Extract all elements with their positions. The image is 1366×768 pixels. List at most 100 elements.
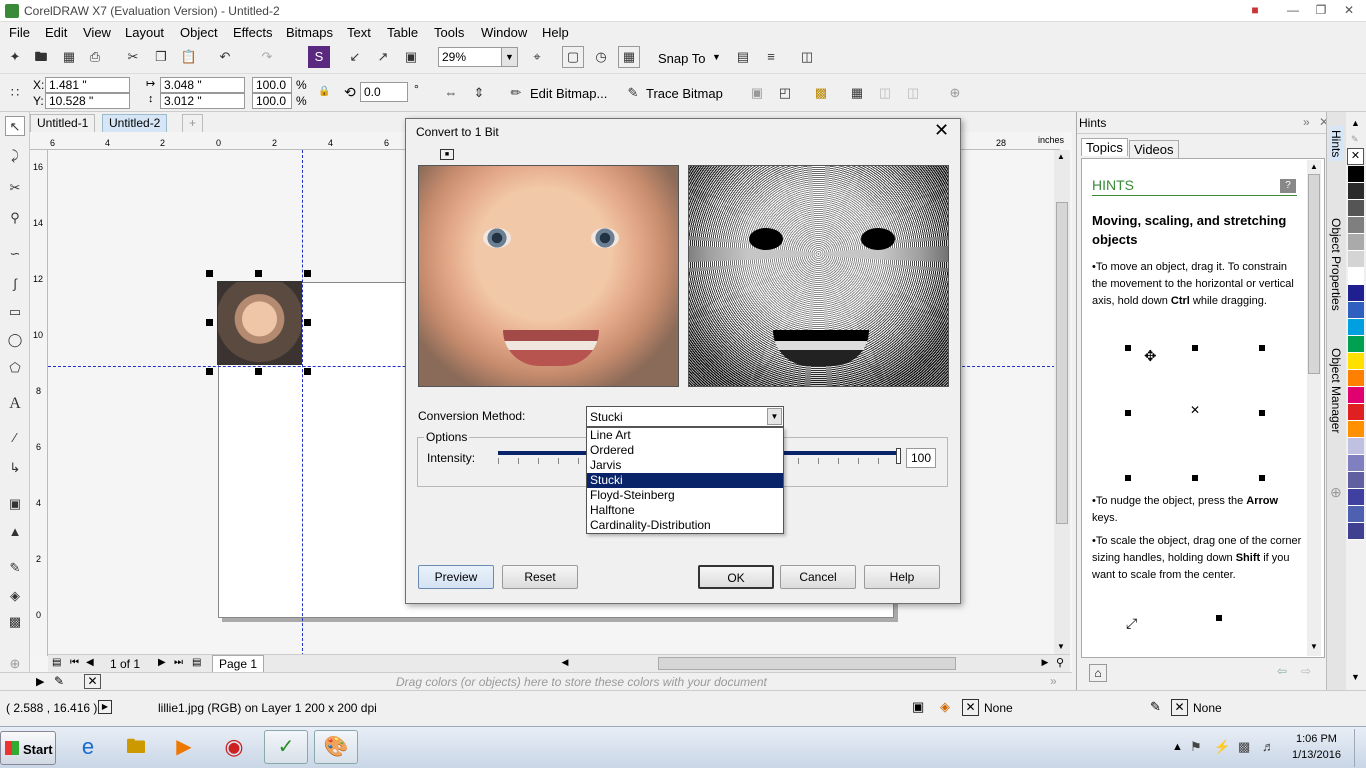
resample-icon[interactable]: ◰: [774, 82, 796, 104]
palette-scroll-icon[interactable]: »: [1050, 674, 1057, 688]
method-option-cardinality-distribution[interactable]: Cardinality-Distribution: [587, 518, 783, 533]
color-swatch[interactable]: [1348, 319, 1364, 336]
mirror-vertical-icon[interactable]: ⇕: [468, 82, 490, 104]
close-button[interactable]: ✕: [1334, 0, 1364, 22]
show-desktop-button[interactable]: [1354, 729, 1366, 767]
fill-none-swatch[interactable]: ✕: [962, 699, 979, 716]
back-arrow-icon[interactable]: ⇦: [1277, 664, 1287, 678]
intensity-slider-thumb[interactable]: [896, 448, 901, 464]
color-swatch[interactable]: [1348, 234, 1364, 251]
user-icon[interactable]: ■: [1240, 0, 1270, 22]
scale-width-field[interactable]: 100.0: [252, 77, 292, 93]
smart-fill-icon[interactable]: ▩: [5, 612, 25, 632]
preview-button[interactable]: Preview: [418, 565, 494, 589]
color-swatch[interactable]: [1348, 404, 1364, 421]
color-swatch[interactable]: [1348, 285, 1364, 302]
scroll-down-icon[interactable]: ▼: [1310, 642, 1318, 651]
clock-date[interactable]: 1/13/2016: [1292, 749, 1341, 761]
color-swatch[interactable]: [1348, 506, 1364, 523]
zoom-fit-icon[interactable]: ⌖: [526, 46, 548, 68]
width-field[interactable]: 3.048 ": [160, 77, 245, 93]
polygon-tool-icon[interactable]: ⬠: [5, 358, 25, 378]
paste-icon[interactable]: 📋: [178, 46, 200, 68]
tab-untitled-2[interactable]: Untitled-2: [102, 114, 168, 132]
power-icon[interactable]: ⚡: [1214, 739, 1230, 755]
add-page-after-icon[interactable]: ▤: [192, 657, 201, 668]
zoom-navigator-icon[interactable]: ⚲: [1056, 656, 1064, 669]
color-swatch[interactable]: [1348, 370, 1364, 387]
vertical-ruler[interactable]: 16 14 12 10 8 6 4 2 0: [30, 150, 48, 656]
undo-icon[interactable]: ↶: [214, 46, 236, 68]
method-option-stucki[interactable]: Stucki: [587, 473, 783, 488]
app-launcher-icon[interactable]: ≡: [760, 46, 782, 68]
help-icon[interactable]: ?: [1280, 179, 1296, 193]
help-button[interactable]: Help: [864, 565, 940, 589]
color-swatch[interactable]: [1348, 353, 1364, 370]
method-option-floyd-steinberg[interactable]: Floyd-Steinberg: [587, 488, 783, 503]
x-position-field[interactable]: 1.481 ": [45, 77, 130, 93]
outline-none-swatch[interactable]: ✕: [1171, 699, 1188, 716]
docker-tab-object-properties[interactable]: Object Properties: [1329, 218, 1343, 311]
connector-tool-icon[interactable]: ↳: [5, 458, 25, 478]
method-option-line-art[interactable]: Line Art: [587, 428, 783, 443]
action-center-icon[interactable]: ⚑: [1190, 739, 1202, 755]
docker-tab-hints[interactable]: Hints: [1329, 126, 1343, 162]
scroll-down-icon[interactable]: ▼: [1057, 642, 1065, 651]
bitmap-color-mask-icon[interactable]: ▩: [810, 82, 832, 104]
copy-icon[interactable]: ❐: [150, 46, 172, 68]
tab-untitled-1[interactable]: Untitled-1: [30, 114, 96, 132]
full-screen-icon[interactable]: ▢: [562, 46, 584, 68]
drop-shadow-tool-icon[interactable]: ▣: [5, 494, 25, 514]
chrome-icon[interactable]: ◉: [214, 730, 254, 764]
last-page-icon[interactable]: ⏭: [174, 657, 183, 668]
color-eyedropper-icon[interactable]: ✎: [5, 558, 25, 578]
shape-tool-icon[interactable]: ⤸: [5, 146, 25, 166]
menu-window[interactable]: Window: [481, 25, 527, 40]
vertical-scrollbar[interactable]: ▲ ▼: [1054, 150, 1070, 656]
selection-handle[interactable]: [255, 270, 262, 277]
transparency-tool-icon[interactable]: ▲: [5, 522, 25, 542]
forward-arrow-icon[interactable]: ⇨: [1301, 664, 1311, 678]
document-palette[interactable]: ▶ ✎ ✕ Drag colors (or objects) here to s…: [0, 672, 1072, 690]
color-swatch[interactable]: [1348, 268, 1364, 285]
print-icon[interactable]: ⎙: [84, 46, 106, 68]
conversion-method-dropdown[interactable]: Line Art Ordered Jarvis Stucki Floyd-Ste…: [586, 427, 784, 534]
color-swatch[interactable]: [1348, 438, 1364, 455]
save-icon[interactable]: ▦: [58, 46, 80, 68]
add-docker-icon[interactable]: ⊕: [1330, 484, 1342, 501]
method-option-halftone[interactable]: Halftone: [587, 503, 783, 518]
ellipse-tool-icon[interactable]: ◯: [5, 330, 25, 350]
vertical-scroll-thumb[interactable]: [1056, 202, 1068, 524]
scroll-up-icon[interactable]: ▲: [1057, 152, 1065, 161]
color-swatch[interactable]: [1348, 489, 1364, 506]
menu-text[interactable]: Text: [347, 25, 371, 40]
color-proof-icon[interactable]: ▣: [912, 699, 924, 715]
show-rulers-icon[interactable]: ◷: [590, 46, 612, 68]
network-icon[interactable]: ▩: [1238, 739, 1250, 755]
options-icon[interactable]: ▤: [732, 46, 754, 68]
scroll-left-icon[interactable]: ◀: [558, 657, 572, 670]
selection-handle[interactable]: [206, 368, 213, 375]
scroll-up-icon[interactable]: ▲: [1310, 162, 1318, 171]
angle-field[interactable]: 0.0: [360, 82, 408, 102]
edit-bitmap-icon[interactable]: ✏: [505, 82, 527, 104]
scale-height-field[interactable]: 100.0: [252, 93, 292, 109]
chevron-down-icon[interactable]: ▼: [767, 408, 782, 425]
cut-icon[interactable]: ✂: [122, 46, 144, 68]
original-preview-image[interactable]: [418, 165, 679, 387]
open-icon[interactable]: 🖿: [30, 46, 52, 68]
color-swatch[interactable]: [1348, 251, 1364, 268]
object-origin-icon[interactable]: ∷: [4, 82, 26, 104]
publish-pdf-icon[interactable]: ▣: [400, 46, 422, 68]
method-option-ordered[interactable]: Ordered: [587, 443, 783, 458]
trace-bitmap-button[interactable]: Trace Bitmap: [646, 86, 723, 101]
zoom-tool-icon[interactable]: ⚲: [5, 208, 25, 228]
redo-icon[interactable]: ↷: [256, 46, 278, 68]
zoom-level-select[interactable]: 29% ▼: [438, 47, 518, 67]
horizontal-scroll-thumb[interactable]: [658, 657, 956, 670]
menu-help[interactable]: Help: [542, 25, 569, 40]
tab-videos[interactable]: Videos: [1129, 140, 1179, 158]
bitmap-object[interactable]: [217, 281, 302, 365]
rectangle-tool-icon[interactable]: ▭: [5, 302, 25, 322]
color-swatch[interactable]: [1348, 336, 1364, 353]
